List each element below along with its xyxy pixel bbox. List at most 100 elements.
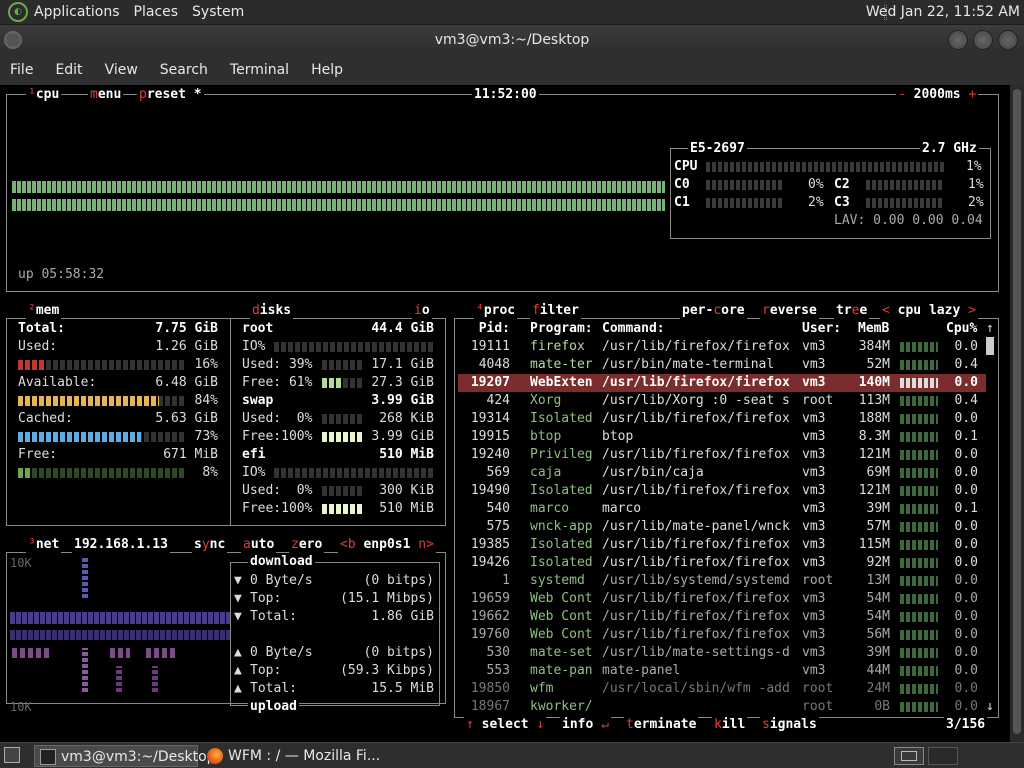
download-arrow-icon: ▼ [234,609,242,624]
mate-logo-icon[interactable]: ◐ [8,2,28,22]
col-mem-header[interactable]: MemB [858,320,889,338]
info-button[interactable]: info ↵ [560,716,611,734]
process-row[interactable]: 19207 WebExten/usr/lib/firefox/firefox vm3… [458,374,986,392]
net-graph-spike [82,558,88,598]
process-cpu: 0.4 [954,393,978,408]
process-command: marco [602,501,642,516]
cpu-tab[interactable]: ¹cpu [26,86,62,104]
process-program: Isolated [530,537,593,552]
process-row[interactable]: 4048 mate-ter/usr/bin/mate-terminal vm3 52M… [458,356,986,374]
menu-terminal[interactable]: Terminal [230,62,289,78]
menu-places[interactable]: Places [134,4,179,20]
menu-system[interactable]: System [192,4,244,20]
col-command-header[interactable]: Command: [602,320,665,338]
preset-tab[interactable]: preset * [137,86,204,104]
net-tab[interactable]: ³net [26,536,62,554]
process-row[interactable]: 19385 Isolated/usr/lib/firefox/firefox vm3… [458,536,986,554]
process-command: /usr/lib/firefox/firefox [602,375,790,390]
process-row[interactable]: 19426 Isolated/usr/lib/firefox/firefox vm3… [458,554,986,572]
menu-edit[interactable]: Edit [55,62,82,78]
net-zero[interactable]: zero [289,536,325,554]
io-tab[interactable]: io [412,302,432,320]
col-program-header[interactable]: Program: [530,320,593,338]
col-user-header[interactable]: User: [802,320,841,338]
process-row[interactable]: 569 caja/usr/bin/caja vm3 69M 0.0 [458,464,986,482]
window-title: vm3@vm3:~/Desktop [434,32,590,48]
scroll-down-icon[interactable]: ↓ [986,698,994,716]
workspace-switcher[interactable] [894,747,924,765]
process-row[interactable]: 1 systemd/usr/lib/systemd/systemd root 13M 0… [458,572,986,590]
col-pid-header[interactable]: Pid: [460,320,510,338]
process-row[interactable]: 19659 Web Cont/usr/lib/firefox/firefox vm3… [458,590,986,608]
process-command: /usr/lib/firefox/firefox [602,537,790,552]
maximize-button[interactable] [973,30,993,50]
menu-help[interactable]: Help [311,62,343,78]
menu-search[interactable]: Search [160,62,208,78]
minimize-button[interactable] [948,30,968,50]
panel-clock[interactable]: Wed Jan 22, 11:52 AM [866,4,1020,20]
net-sync[interactable]: sync [192,536,228,554]
process-row[interactable]: 18967 kworker/root 0B 0.0 [458,698,986,716]
sort-selector[interactable]: < cpu lazy > [880,302,978,320]
process-row[interactable]: 540 marco marco vm3 39M 0.1 [458,500,986,518]
terminal-area[interactable]: ¹cpu menu preset * 11:52:00 - 2000ms + u… [0,85,1010,742]
firefox-icon [207,748,223,764]
close-button[interactable] [998,30,1018,50]
process-row[interactable]: 19111 firefox/usr/lib/firefox/firefox vm3 3… [458,338,986,356]
menu-tab[interactable]: menu [88,86,124,104]
process-cpu: 0.0 [954,591,978,606]
net-iface[interactable]: <b enp0s1 n> [338,536,436,554]
signals-button[interactable]: signals [760,716,819,734]
process-user: vm3 [802,555,826,570]
terminate-button[interactable]: terminate [624,716,699,734]
filter-tab[interactable]: filter [530,302,581,320]
process-row[interactable]: 575 wnck-app/usr/lib/mate-panel/wnck vm3 57… [458,518,986,536]
disks-tab[interactable]: disks [250,302,294,320]
mem-tab[interactable]: ²mem [26,302,62,320]
process-row[interactable]: 19850 wfm/usr/local/sbin/wfm -add root 24M 0… [458,680,986,698]
workspace-2[interactable] [928,747,958,765]
reverse-tab[interactable]: reverse [760,302,819,320]
process-program: Xorg [530,393,562,408]
process-row[interactable]: 553 mate-pan mate-panel vm3 44M 0.0 [458,662,986,680]
process-row[interactable]: 19662 Web Cont/usr/lib/firefox/firefox vm3… [458,608,986,626]
terminal-scrollbar[interactable] [1010,85,1024,742]
process-cpu: 0.0 [954,447,978,462]
process-pid: 540 [486,501,510,516]
scroll-up-icon[interactable]: ↑ [986,320,994,338]
per-core-tab[interactable]: per-core [680,302,747,320]
taskbar-item-terminal[interactable]: vm3@vm3:~/Desktop [34,745,216,767]
select-button[interactable]: ↑ select ↓ [464,716,547,734]
kill-button[interactable]: kill [712,716,748,734]
proc-tab[interactable]: ⁴proc [474,302,518,320]
process-cpu-graph [900,414,938,424]
window-menu-icon[interactable] [4,31,22,49]
process-program: Web Cont [530,591,593,606]
interval-control[interactable]: - 2000ms + [896,86,979,104]
terminal-scroll-thumb[interactable] [1013,89,1021,734]
mem-used-pct: 16% [194,357,218,372]
taskbar-item-firefox[interactable]: WFM : / — Mozilla Fi... [202,745,402,767]
process-row[interactable]: 19240 Privileg/usr/lib/firefox/firefox vm3… [458,446,986,464]
mem-cached: 5.63 GiB [155,411,218,426]
process-row[interactable]: 424 Xorg/usr/lib/Xorg :0 -seat s root 113M 0… [458,392,986,410]
net-auto[interactable]: auto [241,536,277,554]
menu-view[interactable]: View [105,62,138,78]
process-row[interactable]: 19314 Isolated/usr/lib/firefox/firefox vm3… [458,410,986,428]
process-row[interactable]: 19490 Isolated/usr/lib/firefox/firefox vm3… [458,482,986,500]
show-desktop-icon[interactable] [4,747,20,763]
disk-root-used: Used: 39% [242,357,313,372]
process-row[interactable]: 530 mate-set/usr/lib/mate-settings-d vm3 39… [458,644,986,662]
process-command: /usr/local/sbin/wfm -add [602,681,790,696]
window-titlebar[interactable]: vm3@vm3:~/Desktop [0,25,1024,55]
process-row[interactable]: 19760 Web Cont/usr/lib/firefox/firefox vm3… [458,626,986,644]
process-program: btop [530,429,562,444]
proc-scroll-thumb[interactable] [986,337,994,355]
process-row[interactable]: 19915 btop btop vm3 8.3M 0.1 [458,428,986,446]
tree-tab[interactable]: tree [834,302,870,320]
process-mem: 54M [866,609,890,624]
menu-applications[interactable]: Applications [34,4,120,20]
col-cpu-header[interactable]: Cpu% [946,320,977,338]
menu-file[interactable]: File [10,62,33,78]
process-cpu: 0.0 [954,375,978,390]
